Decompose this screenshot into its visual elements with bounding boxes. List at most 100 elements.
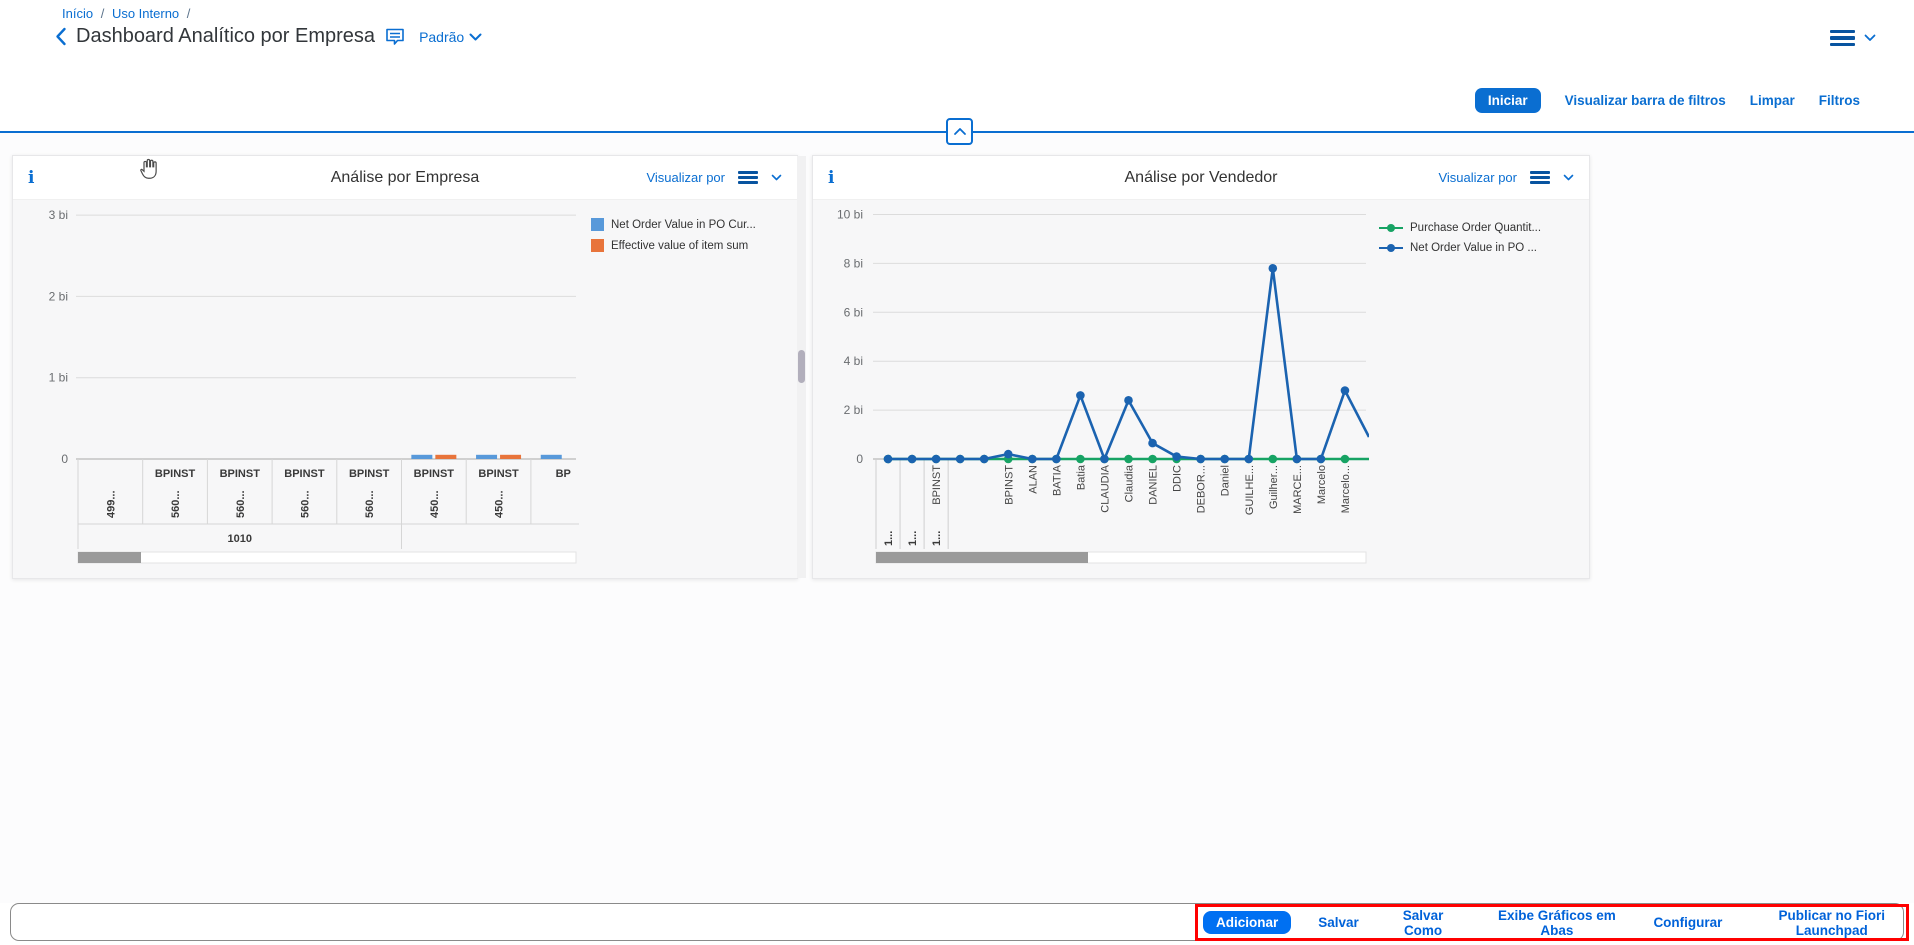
limpar-button[interactable]: Limpar (1750, 93, 1795, 108)
svg-text:499...: 499... (105, 490, 117, 518)
legend-item[interactable]: Purchase Order Quantit... (1379, 222, 1541, 234)
svg-text:ALAN: ALAN (1027, 465, 1039, 494)
legend-label: Net Order Value in PO ... (1410, 242, 1537, 254)
svg-text:DANIEL: DANIEL (1148, 465, 1160, 505)
svg-text:BP: BP (556, 468, 571, 480)
horizontal-scrollbar-thumb[interactable] (78, 552, 141, 563)
svg-text:560...: 560... (170, 490, 182, 518)
svg-text:BPINST: BPINST (220, 468, 261, 480)
breadcrumb-link-uso-interno[interactable]: Uso Interno (112, 6, 179, 21)
svg-text:1...: 1... (883, 531, 895, 546)
legend-item[interactable]: Net Order Value in PO ... (1379, 242, 1541, 254)
svg-text:450...: 450... (494, 490, 506, 518)
hamburger-menu-icon[interactable] (1830, 30, 1855, 46)
back-button[interactable] (55, 27, 67, 46)
svg-text:0: 0 (856, 452, 863, 466)
svg-text:BPINST: BPINST (478, 468, 519, 480)
svg-text:DEBOR...: DEBOR... (1196, 465, 1208, 513)
svg-text:560...: 560... (299, 490, 311, 518)
vertical-scrollbar[interactable] (797, 156, 806, 578)
legend-item[interactable]: Effective value of item sum (591, 239, 756, 252)
card-header: i Análise por Vendedor Visualizar por (813, 156, 1589, 200)
legend: Net Order Value in PO Cur... Effective v… (591, 218, 756, 252)
svg-text:2 bi: 2 bi (844, 403, 863, 417)
variant-selector[interactable]: Padrão (419, 29, 482, 45)
breadcrumb: Início / Uso Interno / (62, 6, 194, 21)
filtros-button[interactable]: Filtros (1819, 93, 1860, 108)
legend-swatch-bar-1 (591, 239, 604, 252)
svg-text:BPINST: BPINST (284, 468, 325, 480)
svg-text:Daniel: Daniel (1220, 465, 1232, 496)
svg-text:Guilher...: Guilher... (1268, 465, 1280, 509)
legend-dot-swatch-0 (1387, 224, 1395, 232)
visualizar-por-link[interactable]: Visualizar por (646, 170, 725, 185)
chevron-down-icon[interactable] (1864, 34, 1876, 42)
legend-swatch-bar-0 (591, 218, 604, 231)
salvar-button[interactable]: Salvar (1318, 915, 1359, 930)
plot-area: BPINST BPINST BPINST BPINST BPINST BPINST BP 49… (78, 455, 596, 549)
card-header: i Análise por Empresa Visualizar por (13, 156, 797, 200)
iniciar-button[interactable]: Iniciar (1475, 88, 1541, 113)
svg-text:1010: 1010 (228, 533, 252, 545)
svg-text:Batia: Batia (1075, 464, 1087, 490)
svg-text:BPINST: BPINST (349, 468, 390, 480)
adicionar-button[interactable]: Adicionar (1203, 911, 1291, 934)
title-row: Dashboard Analítico por Empresa Padrão (55, 25, 482, 48)
svg-text:BPINST: BPINST (155, 468, 196, 480)
legend-line-swatch-1 (1379, 247, 1403, 250)
svg-text:DDIC: DDIC (1172, 465, 1184, 492)
svg-text:0: 0 (61, 452, 68, 466)
svg-text:BPINST: BPINST (931, 465, 943, 505)
svg-text:1 bi: 1 bi (49, 371, 68, 385)
page: Início / Uso Interno / Dashboard Analíti… (0, 0, 1914, 945)
svg-text:10 bi: 10 bi (837, 208, 863, 222)
top-right-menu (1830, 30, 1876, 46)
page-title: Dashboard Analítico por Empresa (76, 25, 375, 48)
svg-text:4 bi: 4 bi (844, 354, 863, 368)
hamburger-menu-icon[interactable] (738, 171, 758, 184)
filter-actions-row: Iniciar Visualizar barra de filtros Limp… (1475, 88, 1860, 113)
chevron-up-icon (953, 127, 967, 136)
card-analise-por-empresa: 3 bi2 bi1 bi0BPINSTBPINSTBPINSTBPINSTBPI… (12, 155, 798, 579)
svg-text:Marcelo...: Marcelo... (1340, 465, 1352, 513)
legend: Purchase Order Quantit... Net Order Valu… (1379, 222, 1541, 254)
line-chart[interactable]: 10 bi8 bi6 bi4 bi2 bi01...1...1...BPINST… (813, 156, 1591, 580)
breadcrumb-separator: / (187, 6, 191, 21)
svg-text:6 bi: 6 bi (844, 305, 863, 319)
exibe-graficos-em-abas-button[interactable]: Exibe Gráficos em Abas (1487, 908, 1626, 938)
comment-button[interactable] (385, 28, 405, 46)
info-icon[interactable]: i (828, 168, 834, 188)
svg-text:MARCE...: MARCE... (1292, 465, 1304, 514)
svg-text:BPINST: BPINST (1003, 465, 1015, 505)
breadcrumb-link-inicio[interactable]: Início (62, 6, 93, 21)
card-controls: Visualizar por (1438, 170, 1574, 185)
card-controls: Visualizar por (646, 170, 782, 185)
svg-text:Marcelo: Marcelo (1316, 465, 1328, 504)
svg-text:8 bi: 8 bi (844, 256, 863, 270)
visualizar-barra-de-filtros-button[interactable]: Visualizar barra de filtros (1565, 93, 1726, 108)
footer-actions: Adicionar Salvar Salvar Como Exibe Gráfi… (1203, 909, 1914, 936)
svg-text:CLAUDIA: CLAUDIA (1099, 464, 1111, 512)
svg-text:560...: 560... (235, 490, 247, 518)
visualizar-por-link[interactable]: Visualizar por (1438, 170, 1517, 185)
comment-icon (385, 28, 405, 46)
info-icon[interactable]: i (28, 168, 34, 188)
collapse-header-button[interactable] (946, 118, 973, 145)
svg-text:Claudia: Claudia (1124, 464, 1136, 502)
legend-line-swatch-0 (1379, 227, 1403, 230)
legend-item[interactable]: Net Order Value in PO Cur... (591, 218, 756, 231)
svg-text:1...: 1... (931, 531, 943, 546)
svg-text:450...: 450... (429, 490, 441, 518)
chevron-down-icon[interactable] (1563, 174, 1574, 181)
chevron-down-icon[interactable] (771, 174, 782, 181)
publicar-no-fiori-launchpad-button[interactable]: Publicar no Fiori Launchpad (1749, 908, 1914, 938)
hamburger-menu-icon[interactable] (1530, 171, 1550, 184)
svg-text:BATIA: BATIA (1051, 464, 1063, 496)
svg-text:BPINST: BPINST (414, 468, 455, 480)
svg-text:3 bi: 3 bi (49, 208, 68, 222)
horizontal-scrollbar-thumb[interactable] (876, 552, 1088, 563)
legend-label: Effective value of item sum (611, 240, 748, 252)
vertical-scrollbar-thumb[interactable] (798, 350, 805, 383)
salvar-como-button[interactable]: Salvar Como (1386, 908, 1461, 938)
configurar-button[interactable]: Configurar (1653, 915, 1722, 930)
